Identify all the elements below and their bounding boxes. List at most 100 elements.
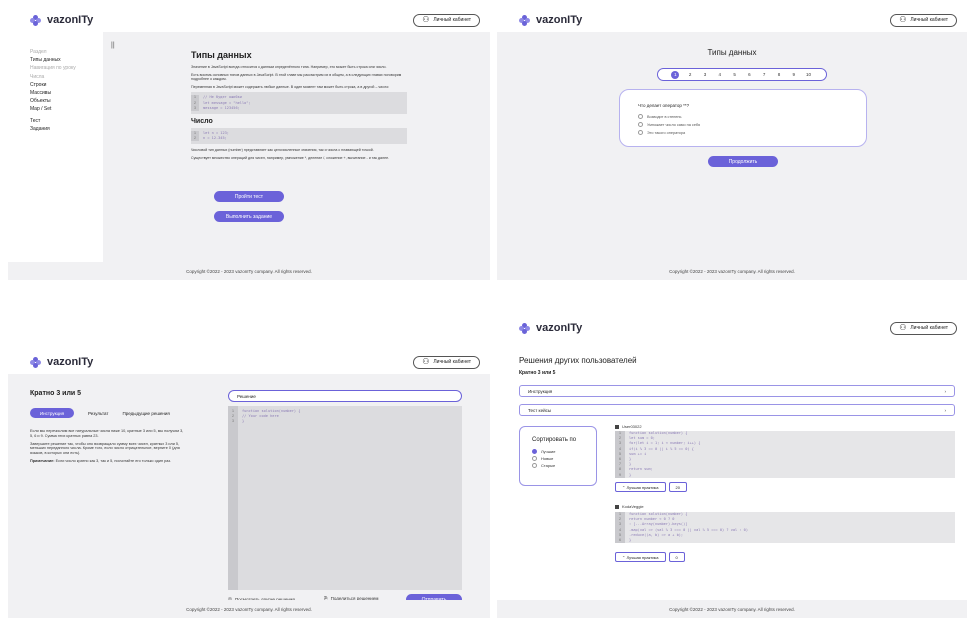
footer: Copyright ©2022 - 2023 vazonITy company.…: [8, 262, 490, 280]
answer-option[interactable]: Возводит в степень: [638, 114, 866, 119]
paragraph: Если мы перечислим все натуральные числа…: [30, 429, 184, 438]
lesson-panel: vazonITy ⚇ Личный кабинет Раздел Типы да…: [8, 8, 490, 280]
sidebar-item[interactable]: Задания: [30, 125, 103, 133]
like-count: 20: [668, 482, 687, 492]
sidebar-item[interactable]: Числа: [30, 73, 103, 81]
code-line[interactable]: }: [242, 419, 300, 424]
page-button[interactable]: 1: [671, 70, 680, 79]
solution-header: Решение: [228, 390, 462, 402]
radio-icon[interactable]: [638, 122, 643, 127]
page-button[interactable]: 2: [686, 71, 694, 79]
best-practice-button[interactable]: ⌃ Лучшая практика: [615, 482, 666, 492]
page-button[interactable]: 5: [731, 71, 739, 79]
continue-button[interactable]: Продолжить: [708, 156, 778, 167]
paragraph: Завершите решение так, чтобы оно возвращ…: [30, 441, 180, 456]
sidebar-item: Раздел: [30, 49, 47, 55]
task-tabs: Инструкция Результат Предыдущие решения: [30, 408, 170, 418]
like-controls: ⌃ Лучшая практика 20: [615, 482, 687, 492]
page-button[interactable]: 7: [760, 71, 768, 79]
do-tasks-button[interactable]: Выполнить задание: [214, 211, 284, 222]
collapse-handle[interactable]: ||: [111, 42, 115, 49]
code-line: for(let i = 1; i < number; i++) {: [629, 441, 701, 446]
page-button[interactable]: 8: [775, 71, 783, 79]
footer: Copyright ©2022 - 2023 vazonITy company.…: [8, 600, 490, 618]
sidebar-item[interactable]: Тест: [30, 117, 103, 125]
sidebar-item[interactable]: Строки: [30, 81, 103, 89]
page-title: Решения других пользователей: [519, 356, 637, 365]
footer: Copyright ©2022 - 2023 vazonITy company.…: [497, 262, 967, 280]
question-text: Что делает оператор **?: [638, 103, 690, 108]
logo-icon: [30, 14, 41, 26]
radio-icon[interactable]: [532, 463, 537, 468]
code-line: message = 123456;: [203, 105, 240, 110]
account-button[interactable]: ⚇ Личный кабинет: [413, 355, 480, 369]
paragraph: Значение в JavaScript всегда относится к…: [191, 65, 387, 69]
page-button[interactable]: 10: [805, 71, 813, 79]
instruction-accordion[interactable]: Инструкция ›: [519, 385, 955, 397]
sort-option[interactable]: Старые: [532, 463, 596, 468]
code-editor[interactable]: 123 function solution(number) { // Your …: [228, 406, 462, 590]
like-controls: ⌃ Лучшая практика 0: [615, 552, 685, 562]
best-practice-button[interactable]: ⌃ Лучшая практика: [615, 552, 666, 562]
user-icon: ⚇: [899, 15, 907, 24]
page-button[interactable]: 3: [701, 71, 709, 79]
sidebar-item: Навигация по уроку: [30, 65, 76, 72]
header: vazonITy ⚇ Личный кабинет: [497, 8, 967, 32]
page-button[interactable]: 9: [790, 71, 798, 79]
radio-icon[interactable]: [532, 449, 537, 454]
take-test-button[interactable]: Пройти тест: [214, 191, 284, 202]
brand[interactable]: vazonITy: [30, 14, 93, 26]
page-button[interactable]: 6: [745, 71, 753, 79]
brand[interactable]: vazonITy: [519, 322, 582, 334]
sidebar-item[interactable]: Объекты: [30, 97, 103, 105]
task-name: Кратно 3 или 5: [519, 370, 556, 376]
tab-result[interactable]: Результат: [88, 411, 108, 416]
brand[interactable]: vazonITy: [30, 356, 93, 368]
sort-label: Старые: [541, 463, 556, 468]
user-name[interactable]: KodaVeggie: [615, 504, 644, 509]
tab-instruction[interactable]: Инструкция: [30, 408, 74, 418]
account-label: Личный кабинет: [910, 17, 948, 23]
chevron-right-icon: ›: [944, 388, 947, 394]
radio-icon[interactable]: [638, 130, 643, 135]
brand-name: vazonITy: [47, 14, 94, 26]
solutions-panel: vazonITy ⚇ Личный кабинет Решения других…: [497, 316, 967, 618]
sort-option[interactable]: Лучшие: [532, 449, 596, 454]
paragraph: Существует множество операций для чисел,…: [191, 155, 390, 160]
tests-accordion[interactable]: Тест кейсы ›: [519, 404, 955, 416]
brand-name: vazonITy: [536, 322, 583, 334]
sidebar-item[interactable]: Map / Set: [30, 105, 103, 113]
account-button[interactable]: ⚇ Личный кабинет: [413, 13, 480, 27]
brand[interactable]: vazonITy: [519, 14, 582, 26]
quiz-title: Типы данных: [707, 48, 757, 57]
user-name[interactable]: User03022: [615, 424, 642, 429]
tab-previous[interactable]: Предыдущие решения: [122, 411, 169, 416]
task-panel: vazonITy ⚇ Личный кабинет Кратно 3 или 5…: [8, 350, 490, 618]
lesson-sidebar: Раздел Типы данных Навигация по уроку Чи…: [8, 32, 103, 262]
sort-option[interactable]: Новые: [532, 456, 596, 461]
question-pager: 1 2 3 4 5 6 7 8 9 10: [657, 68, 827, 81]
account-button[interactable]: ⚇ Личный кабинет: [890, 321, 957, 335]
note-label: Примечание:: [30, 458, 55, 463]
code-line: }: [629, 472, 632, 477]
account-button[interactable]: ⚇ Личный кабинет: [890, 13, 957, 27]
answer-option[interactable]: Умножает число само на себя: [638, 122, 866, 127]
user-icon: ⚇: [422, 15, 430, 24]
paragraph: Числовой тип данных (number) представляе…: [191, 148, 374, 153]
account-label: Личный кабинет: [910, 325, 948, 331]
chevron-right-icon: ›: [944, 407, 947, 413]
radio-icon[interactable]: [532, 456, 537, 461]
note-text: Если число кратно как 3, так и 5, посчит…: [55, 458, 172, 463]
thumb-up-icon: ⌃: [622, 484, 626, 490]
quiz-panel: vazonITy ⚇ Личный кабинет Типы данных 1 …: [497, 8, 967, 280]
user-icon: ⚇: [422, 357, 430, 366]
user-name-label: User03022: [622, 424, 642, 429]
sidebar-item[interactable]: Массивы: [30, 89, 103, 97]
accordion-label: Тест кейсы: [528, 407, 552, 413]
account-label: Личный кабинет: [433, 17, 471, 23]
sidebar-item[interactable]: Типы данных: [30, 56, 103, 64]
answer-option[interactable]: Это такого оператора: [638, 130, 866, 135]
page-button[interactable]: 4: [716, 71, 724, 79]
accordion-label: Инструкция: [528, 388, 553, 394]
radio-icon[interactable]: [638, 114, 643, 119]
